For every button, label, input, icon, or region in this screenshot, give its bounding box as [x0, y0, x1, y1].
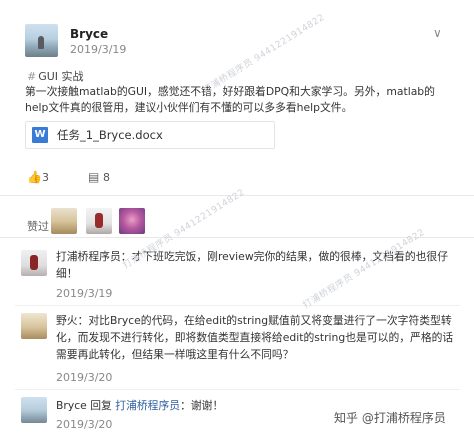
comment-divider: [15, 305, 460, 306]
thumbs-up-icon[interactable]: 👍: [27, 170, 42, 184]
comment-text: 野火：对比Bryce的代码，在给edit的string赋值前又将变量进行了一次字…: [56, 314, 454, 361]
word-doc-icon: W: [32, 127, 48, 143]
liker-avatar[interactable]: [119, 208, 145, 234]
post-body: 第一次接触matlab的GUI，感觉还不错，好好跟着DPQ和大家学习。另外，ma…: [25, 85, 435, 114]
comment-date: 2019/3/19: [56, 287, 113, 300]
comment-divider: [15, 389, 460, 390]
comment-icon[interactable]: ▤: [88, 170, 99, 184]
author-avatar[interactable]: [25, 24, 58, 57]
liked-by-label: 赞过: [27, 220, 49, 233]
liker-avatar[interactable]: [86, 208, 112, 234]
post-date: 2019/3/19: [70, 43, 127, 56]
chevron-down-icon[interactable]: ∨: [433, 26, 442, 40]
like-count: 3: [42, 171, 49, 184]
hash-icon: #: [27, 70, 37, 83]
comment-date: 2019/3/20: [56, 418, 113, 431]
attachment-card[interactable]: W 任务_1_Bryce.docx: [25, 121, 275, 149]
reply-word: 回复: [86, 399, 116, 412]
commenter-avatar[interactable]: [21, 313, 47, 339]
reply-text: ：谢谢！: [180, 399, 224, 412]
liker-avatar[interactable]: [51, 208, 77, 234]
zhihu-brand-watermark: 知乎 @打浦桥程序员: [334, 411, 446, 425]
post-tag-label: GUI 实战: [38, 70, 84, 83]
comment-count: 8: [103, 171, 110, 184]
attachment-file-name: 任务_1_Bryce.docx: [57, 128, 163, 142]
post-author-name[interactable]: Bryce: [70, 27, 108, 41]
commenter-avatar[interactable]: [21, 250, 47, 276]
commenter-avatar[interactable]: [21, 397, 47, 423]
reply-target[interactable]: 打浦桥程序员: [115, 399, 180, 412]
reply-author[interactable]: Bryce: [56, 399, 87, 412]
post-tag[interactable]: # GUI 实战: [27, 68, 84, 84]
comment-date: 2019/3/20: [56, 371, 113, 384]
